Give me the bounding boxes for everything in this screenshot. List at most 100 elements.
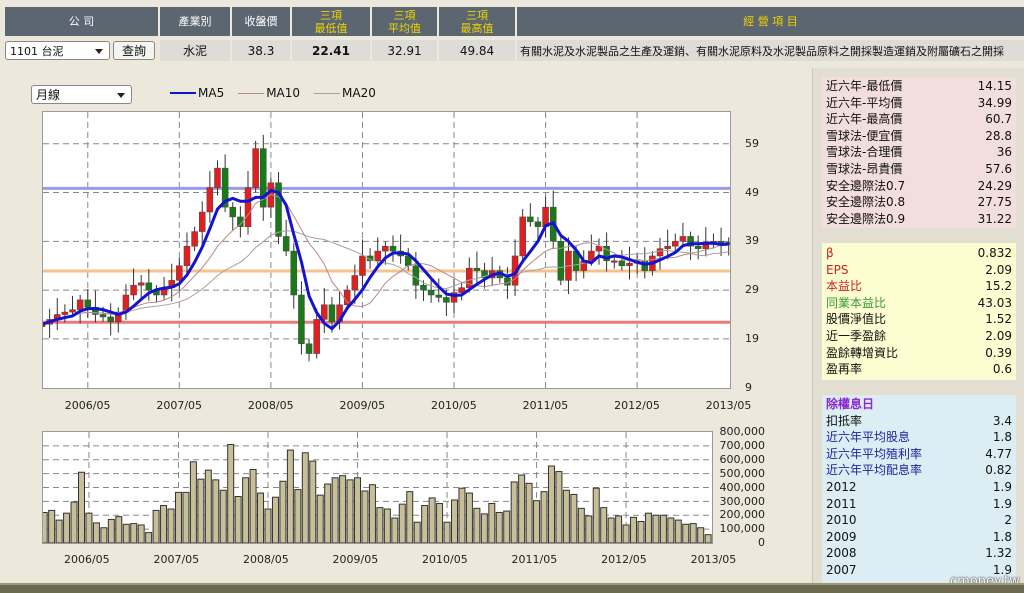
dividend-row-value: 1.8 bbox=[992, 430, 1012, 445]
volume-bar bbox=[659, 514, 667, 544]
dividend-row-value: 1.9 bbox=[992, 479, 1012, 494]
candle-body bbox=[107, 316, 114, 323]
dividend-row-label: 2012 bbox=[826, 479, 857, 494]
volume-bar bbox=[197, 478, 205, 544]
volume-bar bbox=[48, 509, 56, 544]
valuation-row: 近六年-平均價 34.99 bbox=[822, 95, 1016, 112]
volume-bar bbox=[570, 493, 578, 544]
stock-select[interactable]: 1101 台泥 bbox=[5, 41, 110, 60]
ratio-row-label: 同業本益比 bbox=[826, 295, 887, 310]
query-button[interactable]: 查詢 bbox=[113, 41, 155, 60]
volume-bar bbox=[503, 510, 511, 544]
dividend-row: 近六年平均股息 1.8 bbox=[822, 429, 1016, 446]
dividend-row-value: 4.77 bbox=[985, 446, 1012, 461]
volume-bar bbox=[518, 474, 526, 544]
header-avg3-line1: 三項 bbox=[393, 8, 416, 22]
volume-bar bbox=[324, 483, 332, 544]
header-close-label: 收盤價 bbox=[244, 15, 278, 28]
volume-bar bbox=[398, 503, 406, 544]
volume-bar bbox=[652, 514, 660, 544]
price-chart bbox=[38, 111, 732, 389]
volume-bar bbox=[458, 487, 466, 544]
volume-bar bbox=[264, 508, 272, 544]
ratio-row-value: 0.832 bbox=[977, 246, 1012, 260]
volume-bar bbox=[78, 471, 85, 544]
price-y-tick: 19 bbox=[745, 331, 759, 345]
volume-bar bbox=[525, 482, 533, 544]
candle-body bbox=[84, 299, 92, 308]
candle-body bbox=[61, 311, 69, 315]
ratio-row: 盈餘轉增資比 0.39 bbox=[822, 345, 1016, 362]
volume-bar bbox=[100, 527, 108, 544]
industry-value: 水泥 bbox=[160, 40, 230, 61]
header-min3: 三項 最低值 bbox=[292, 7, 370, 36]
dividend-row: 2010 2 bbox=[822, 512, 1016, 529]
price-x-tick: 2013/05 bbox=[705, 399, 752, 412]
ratio-row: 近一季盈餘 2.09 bbox=[822, 328, 1016, 345]
bottom-bar bbox=[0, 583, 1024, 593]
header-industry: 產業別 bbox=[160, 7, 230, 36]
candle-body bbox=[664, 245, 671, 249]
volume-bar bbox=[465, 492, 473, 544]
legend-ma20: MA20 bbox=[342, 86, 376, 100]
valuation-box: 近六年-最低價 14.15 近六年-平均價 34.99 近六年-最高價 60.7 雪球法-便… bbox=[822, 77, 1016, 229]
volume-bar bbox=[577, 507, 585, 544]
dividend-row: 扣抵率 3.4 bbox=[822, 413, 1016, 430]
dividend-row: 2008 1.32 bbox=[822, 545, 1016, 562]
volume-y-tick: 100,000 bbox=[719, 522, 766, 536]
volume-bar bbox=[234, 496, 242, 544]
volume-bar bbox=[301, 452, 309, 544]
dividend-row: 2012 1.9 bbox=[822, 479, 1016, 496]
valuation-row-label: 近六年-最低價 bbox=[826, 79, 903, 93]
volume-bar bbox=[510, 481, 518, 544]
ratio-row-label: 盈再率 bbox=[826, 362, 863, 377]
dividend-row-value: 2 bbox=[1004, 513, 1012, 528]
ratio-row-value: 0.39 bbox=[985, 345, 1012, 360]
candle-body bbox=[282, 236, 290, 252]
candle-body bbox=[626, 263, 633, 266]
volume-bar bbox=[107, 518, 115, 544]
price-x-tick: 2006/05 bbox=[64, 399, 111, 412]
volume-bar bbox=[697, 527, 705, 544]
header-company-label: 公 司 bbox=[68, 15, 95, 28]
candle-body bbox=[557, 241, 565, 281]
legend: MA5 MA10 MA20 bbox=[170, 86, 376, 100]
dividend-row: 近六年平均殖利率 4.77 bbox=[822, 446, 1016, 463]
ratio-row-value: 43.03 bbox=[977, 295, 1012, 310]
volume-bar bbox=[488, 502, 496, 544]
header-avg3-line2: 平均值 bbox=[388, 21, 421, 35]
period-select[interactable]: 月線 bbox=[31, 85, 132, 104]
candle-body bbox=[611, 260, 618, 263]
candle-body bbox=[176, 265, 183, 281]
volume-bar bbox=[436, 502, 444, 544]
volume-bar bbox=[204, 469, 212, 544]
dividend-row-value: 1.32 bbox=[985, 546, 1012, 561]
volume-bar bbox=[316, 494, 324, 544]
volume-bar bbox=[540, 491, 548, 544]
header-company: 公 司 bbox=[5, 7, 158, 36]
price-y-tick: 29 bbox=[745, 283, 759, 297]
price-y-tick: 9 bbox=[745, 380, 752, 394]
valuation-row: 雪球法-合理價 36 bbox=[822, 144, 1016, 161]
valuation-row-label: 安全邊際法0.7 bbox=[826, 178, 906, 193]
candle-body bbox=[435, 294, 443, 298]
dividend-row-label: 2008 bbox=[826, 546, 857, 561]
candle-body bbox=[351, 275, 359, 291]
volume-bar bbox=[607, 517, 615, 544]
valuation-row-label: 近六年-平均價 bbox=[826, 95, 903, 110]
volume-bar bbox=[271, 496, 279, 544]
volume-bar bbox=[92, 522, 100, 544]
candle-body bbox=[290, 250, 298, 296]
volume-chart-svg bbox=[40, 432, 720, 544]
header-max3: 三項 最高值 bbox=[439, 7, 515, 36]
volume-bar bbox=[361, 490, 369, 544]
volume-bar bbox=[406, 491, 414, 544]
volume-bar bbox=[70, 501, 78, 544]
dividend-row-label: 近六年平均殖利率 bbox=[826, 446, 923, 461]
close-value: 38.3 bbox=[232, 40, 290, 61]
volume-bar bbox=[212, 479, 220, 544]
price-y-tick: 39 bbox=[745, 234, 759, 248]
volume-bar bbox=[354, 477, 362, 544]
volume-bar bbox=[249, 468, 257, 544]
candle-body bbox=[191, 231, 198, 247]
